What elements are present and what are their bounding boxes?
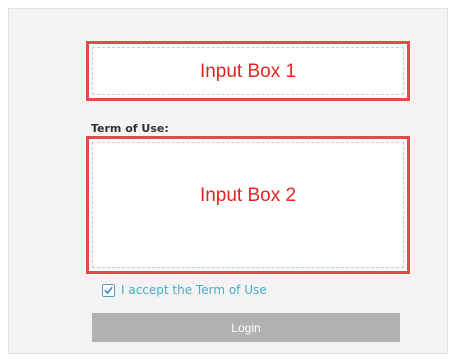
input-box-1-label: Input Box 1 — [199, 61, 297, 82]
accept-terms-label[interactable]: I accept the Term of Use — [121, 283, 267, 297]
login-button[interactable]: Login — [92, 313, 400, 342]
input-box-2[interactable]: Input Box 2 — [86, 136, 410, 274]
input-box-2-label: Input Box 2 — [199, 185, 297, 206]
accept-terms-checkbox[interactable] — [102, 283, 115, 297]
terms-heading: Term of Use: — [91, 122, 169, 135]
login-panel: Input Box 1 Term of Use: Input Box 2 I a… — [8, 8, 448, 354]
check-icon — [104, 286, 113, 294]
input-box-1[interactable]: Input Box 1 — [86, 41, 410, 101]
accept-terms-row[interactable]: I accept the Term of Use — [102, 282, 267, 298]
